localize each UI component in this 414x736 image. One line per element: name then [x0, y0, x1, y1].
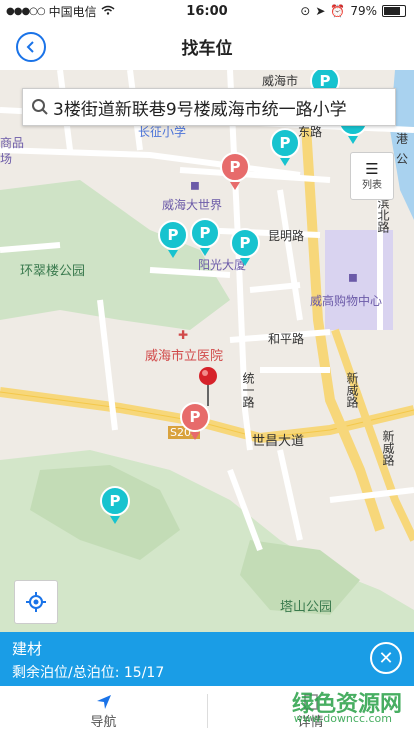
chevron-left-icon [26, 41, 34, 53]
map-label-xinwei2: 新威路 [381, 430, 395, 466]
parking-lot-name: 建材 [12, 640, 43, 658]
parking-pin[interactable]: P [100, 486, 130, 524]
page-title: 找车位 [181, 38, 233, 59]
battery-icon [382, 5, 406, 17]
map-view[interactable]: 威海市 长征小学 东路 商品 场 威海大世界 阳光大厦 昆明路 环翠楼公园 威高… [0, 70, 414, 632]
map-label-shichang: 世昌大道 [252, 434, 305, 449]
tab-navigate[interactable]: 导航 [0, 686, 207, 736]
locate-button[interactable] [14, 580, 58, 624]
map-label-weigao: 威高购物中心 [310, 294, 383, 308]
map-label-xinwei: 新威路 [345, 372, 359, 408]
watermark-url: www.downcc.com [293, 712, 392, 725]
parking-icon: P [100, 486, 130, 516]
parking-icon: P [270, 128, 300, 158]
map-label-gong: 公 [396, 152, 409, 166]
parking-pin[interactable]: P [270, 128, 300, 166]
parking-info-bar: 建材 剩余泊位/总泊位: 15/17 ✕ [0, 632, 414, 686]
map-label-gang: 港 [396, 132, 409, 146]
close-icon: ✕ [378, 647, 394, 669]
map-label-weihai: 威海市 [262, 74, 299, 88]
close-button[interactable]: ✕ [370, 642, 402, 674]
parking-pin[interactable]: P [230, 228, 260, 266]
list-button[interactable]: ☰ 列表 [350, 152, 394, 200]
map-label-tashan: 塔山公园 [280, 600, 333, 615]
map-label-shangpin: 商品 [0, 136, 25, 150]
parking-pin[interactable]: P [190, 218, 220, 256]
list-button-label: 列表 [362, 179, 382, 191]
parking-icon: P [190, 218, 220, 248]
map-label-tongyi: 统一路 [241, 372, 255, 408]
parking-icon: P [158, 220, 188, 250]
map-label-yiyuan: 威海市立医院 [145, 349, 224, 364]
search-input[interactable] [49, 96, 391, 118]
status-time: 16:00 [186, 3, 228, 19]
parking-icon: P [230, 228, 260, 258]
map-label-heping: 和平路 [268, 332, 305, 346]
tab-navigate-label: 导航 [90, 714, 117, 730]
list-icon: ☰ [365, 159, 379, 178]
search-icon [32, 99, 48, 115]
map-label-chang: 场 [0, 152, 13, 166]
crosshair-icon [26, 592, 46, 612]
nav-bar: 找车位 [0, 22, 414, 71]
search-bar[interactable] [22, 88, 396, 126]
parking-availability: 剩余泊位/总泊位: 15/17 [12, 665, 165, 681]
navigate-arrow-icon [96, 694, 111, 709]
map-label-dashijie: 威海大世界 [162, 198, 223, 212]
map-label-kunming: 昆明路 [268, 229, 305, 243]
status-bar: ●●●○○ 中国电信 16:00 ⊙ ➤ ⏰ 79% [0, 0, 414, 22]
parking-pin[interactable]: P [220, 152, 250, 190]
shopping-bag-icon: ◼ [348, 270, 358, 284]
map-label-huancuilou: 环翠楼公园 [20, 264, 86, 279]
hospital-icon: ✚ [178, 328, 189, 342]
shopping-bag-icon: ◼ [190, 178, 200, 192]
tab-divider [207, 694, 208, 728]
location-marker-icon [197, 366, 219, 412]
parking-pin[interactable]: P [158, 220, 188, 258]
back-button[interactable] [16, 32, 46, 62]
parking-icon: P [220, 152, 250, 182]
